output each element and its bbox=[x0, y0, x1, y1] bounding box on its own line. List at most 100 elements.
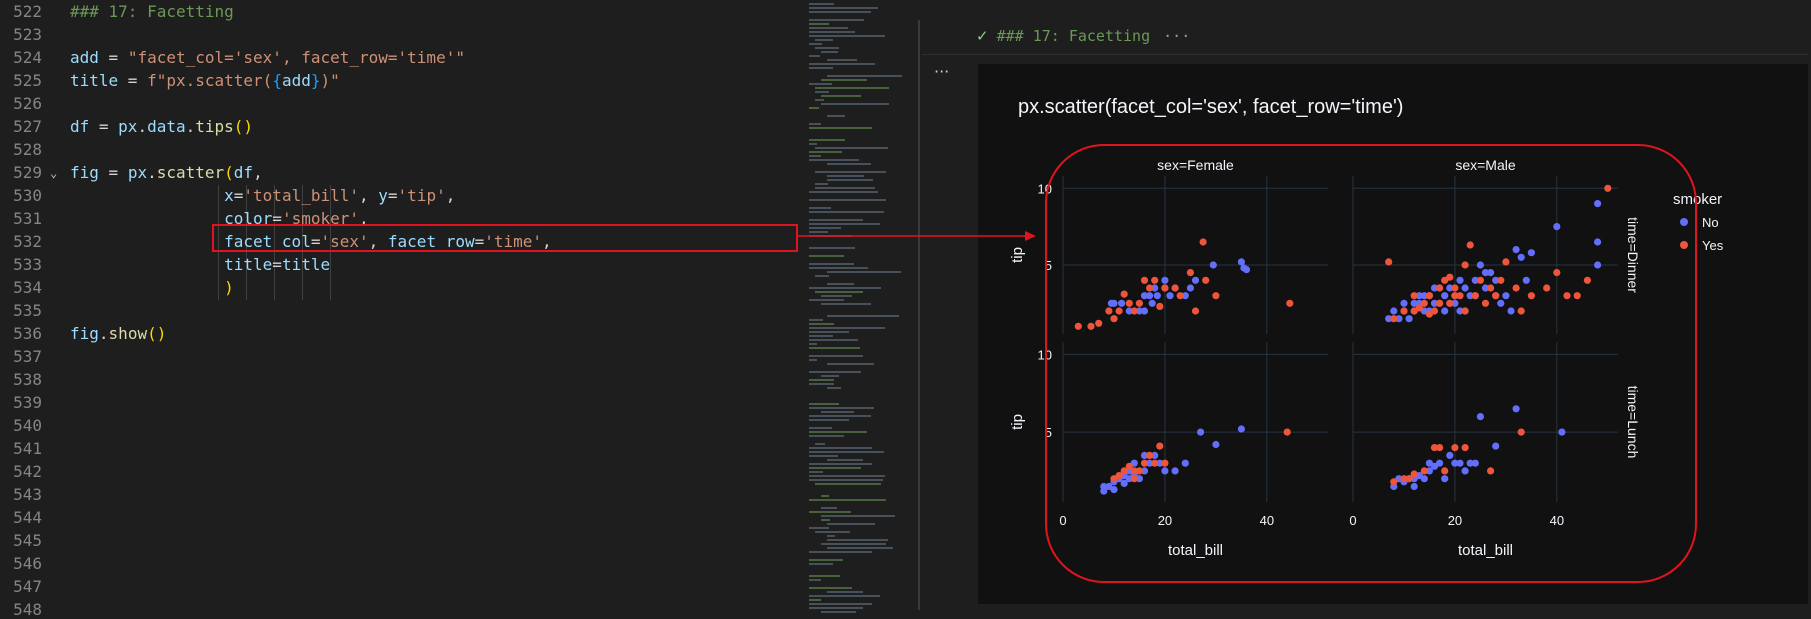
code-line[interactable]: 527 df = px.data.tips() bbox=[0, 116, 800, 138]
minimap-line bbox=[809, 55, 820, 57]
data-point-yes bbox=[1156, 442, 1164, 450]
minimap-line bbox=[809, 607, 863, 609]
minimap-line bbox=[821, 51, 838, 53]
data-point-yes bbox=[1583, 276, 1591, 284]
code-line[interactable]: 522 ### 17: Facetting bbox=[0, 1, 800, 23]
data-point-yes bbox=[1120, 290, 1128, 298]
line-number: 544 bbox=[13, 508, 42, 527]
code-line[interactable]: 525 title = f"px.scatter({add})" bbox=[0, 70, 800, 92]
data-point-no bbox=[1118, 299, 1126, 307]
code-line[interactable]: 547 bbox=[0, 576, 800, 598]
code-token: = bbox=[89, 117, 119, 136]
minimap-line bbox=[809, 299, 844, 301]
data-point-no bbox=[1110, 486, 1118, 494]
code-line[interactable]: 539 bbox=[0, 392, 800, 414]
code-line[interactable]: 537 bbox=[0, 346, 800, 368]
minimap-line bbox=[827, 591, 863, 593]
code-line[interactable]: 524 add = "facet_col='sex', facet_row='ti… bbox=[0, 47, 800, 69]
code-text: fig = px.scatter(df, bbox=[70, 162, 263, 184]
code-line[interactable]: 523 bbox=[0, 24, 800, 46]
code-line[interactable]: 526 bbox=[0, 93, 800, 115]
code-token: px bbox=[127, 163, 148, 182]
data-point-yes bbox=[1405, 475, 1413, 483]
data-point-yes bbox=[1481, 299, 1490, 307]
data-point-no bbox=[1405, 315, 1413, 323]
code-text: add = "facet_col='sex', facet_row='time'… bbox=[70, 47, 465, 69]
line-number: 547 bbox=[13, 577, 42, 596]
data-point-yes bbox=[1171, 284, 1179, 292]
minimap-line bbox=[821, 95, 861, 97]
minimap-line bbox=[809, 127, 872, 129]
data-point-yes bbox=[1517, 428, 1525, 436]
code-editor[interactable]: 522 ### 17: Facetting 523 524 add = "facet_c… bbox=[0, 0, 800, 619]
data-point-no bbox=[1476, 413, 1484, 421]
code-token: fig bbox=[70, 163, 99, 182]
data-point-no bbox=[1110, 299, 1118, 307]
minimap-line bbox=[809, 575, 840, 577]
code-line[interactable]: 545 bbox=[0, 530, 800, 552]
data-point-yes bbox=[1156, 302, 1164, 310]
line-number: 543 bbox=[13, 485, 42, 504]
code-line[interactable]: 543 bbox=[0, 484, 800, 506]
code-line[interactable]: 544 bbox=[0, 507, 800, 529]
code-line[interactable]: 548 bbox=[0, 599, 800, 619]
data-point-yes bbox=[1191, 307, 1200, 315]
data-point-yes bbox=[1186, 269, 1194, 277]
minimap-line bbox=[809, 31, 855, 33]
code-line[interactable]: 540 bbox=[0, 415, 800, 437]
line-number: 530 bbox=[13, 186, 42, 205]
fold-chevron-icon[interactable]: ⌄ bbox=[50, 162, 57, 184]
code-token: , bbox=[359, 186, 379, 205]
code-line[interactable]: 534 ) bbox=[0, 277, 800, 299]
plotly-figure[interactable]: px.scatter(facet_col='sex', facet_row='t… bbox=[978, 64, 1808, 604]
vertical-scrollbar[interactable] bbox=[918, 20, 920, 610]
code-line[interactable]: 529 ⌄ fig = px.scatter(df, bbox=[0, 162, 800, 184]
code-line[interactable]: 533 title=title bbox=[0, 254, 800, 276]
minimap-line bbox=[809, 207, 831, 209]
data-point-yes bbox=[1390, 478, 1398, 486]
code-line[interactable]: 528 bbox=[0, 139, 800, 161]
line-number: 540 bbox=[13, 416, 42, 435]
code-line[interactable]: 542 bbox=[0, 461, 800, 483]
cell-header-text: ### 17: Facetting bbox=[996, 27, 1151, 45]
code-line[interactable]: 536 fig.show() bbox=[0, 323, 800, 345]
code-line[interactable]: 541 bbox=[0, 438, 800, 460]
ellipsis-icon[interactable]: ··· bbox=[1163, 27, 1190, 45]
data-point-no bbox=[1594, 200, 1602, 208]
y-tick-label: 10 bbox=[1038, 181, 1052, 196]
data-point-no bbox=[1148, 299, 1156, 307]
data-point-no bbox=[1181, 459, 1189, 467]
code-token: . bbox=[185, 117, 196, 136]
legend-title: smoker bbox=[1673, 191, 1722, 208]
data-point-yes bbox=[1130, 475, 1138, 483]
code-line[interactable]: 535 bbox=[0, 300, 800, 322]
data-point-yes bbox=[1151, 459, 1159, 467]
code-line[interactable]: 538 bbox=[0, 369, 800, 391]
minimap-line bbox=[815, 91, 829, 93]
data-point-yes bbox=[1487, 467, 1495, 475]
data-point-no bbox=[1471, 459, 1479, 467]
minimap-line bbox=[827, 315, 899, 317]
output-more-button[interactable]: ··· bbox=[934, 62, 949, 81]
line-number: 526 bbox=[13, 94, 42, 113]
cell-header[interactable]: ✓ ### 17: Facetting ··· bbox=[976, 24, 1190, 48]
code-line[interactable]: 546 bbox=[0, 553, 800, 575]
minimap[interactable] bbox=[805, 0, 915, 619]
minimap-line bbox=[809, 263, 854, 265]
minimap-line bbox=[815, 183, 828, 185]
line-number: 529 bbox=[13, 163, 42, 182]
data-point-yes bbox=[1466, 241, 1474, 249]
code-line[interactable]: 530 x='total_bill', y='tip', bbox=[0, 185, 800, 207]
code-token: . bbox=[147, 163, 157, 182]
data-point-no bbox=[1212, 440, 1220, 449]
data-point-yes bbox=[1125, 299, 1133, 307]
x-tick-label: 20 bbox=[1448, 513, 1462, 528]
code-token: add bbox=[70, 48, 99, 67]
code-token: data bbox=[147, 117, 186, 136]
scatter-chart[interactable]: px.scatter(facet_col='sex', facet_row='t… bbox=[978, 64, 1808, 604]
data-point-yes bbox=[1110, 315, 1118, 323]
data-point-yes bbox=[1451, 444, 1459, 452]
data-point-no bbox=[1527, 249, 1535, 257]
minimap-line bbox=[821, 375, 839, 377]
minimap-line bbox=[827, 271, 901, 273]
